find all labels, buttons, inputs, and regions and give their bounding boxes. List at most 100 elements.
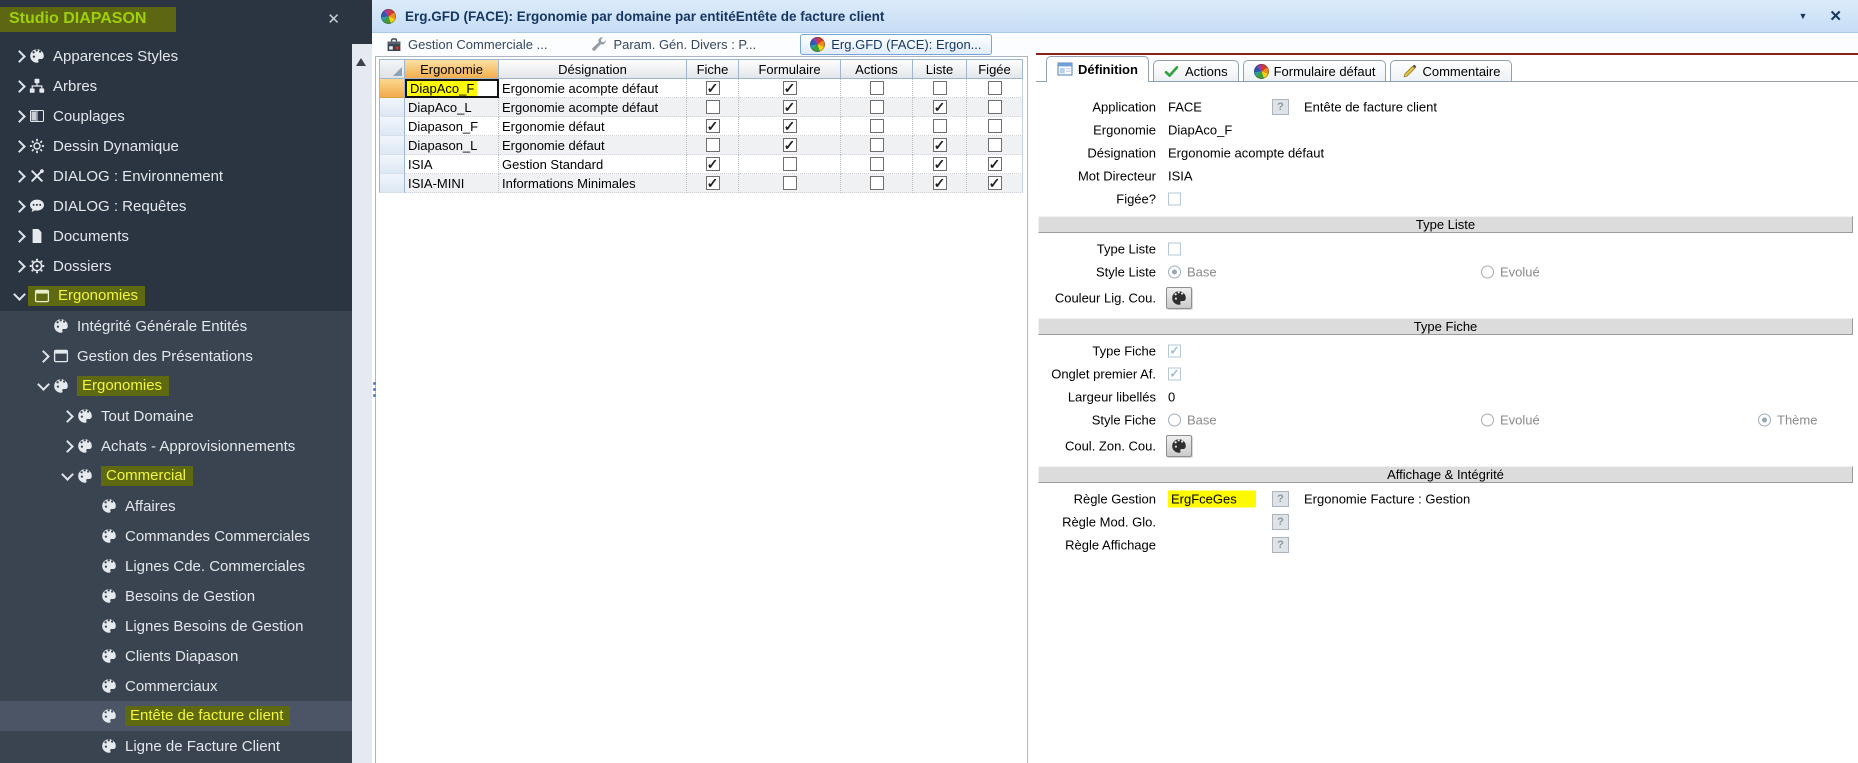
column-header-fiche[interactable]: Fiche bbox=[687, 59, 739, 79]
column-header-formulaire[interactable]: Formulaire bbox=[739, 59, 841, 79]
row-selector[interactable] bbox=[379, 98, 405, 117]
tree-item-documents[interactable]: Documents bbox=[0, 221, 352, 251]
actions-cell[interactable] bbox=[841, 136, 913, 155]
formulaire-checkbox[interactable]: ✓ bbox=[783, 138, 797, 152]
formulaire-cell[interactable]: ✓ bbox=[739, 79, 841, 98]
liste-checkbox[interactable] bbox=[933, 81, 947, 95]
fiche-cell[interactable]: ✓ bbox=[687, 117, 739, 136]
column-header-designation[interactable]: Désignation bbox=[499, 59, 687, 79]
chevron-right-icon[interactable] bbox=[10, 52, 28, 61]
formulaire-checkbox[interactable]: ✓ bbox=[783, 100, 797, 114]
row-selector[interactable] bbox=[379, 79, 405, 98]
color-palette-button[interactable] bbox=[1166, 287, 1192, 309]
liste-cell[interactable]: ✓ bbox=[913, 174, 967, 193]
chevron-right-icon[interactable] bbox=[34, 352, 52, 361]
row-selector[interactable] bbox=[379, 155, 405, 174]
panel-tab-formulaire-defaut[interactable]: Formulaire défaut bbox=[1243, 60, 1387, 81]
column-header-liste[interactable]: Liste bbox=[913, 59, 967, 79]
liste-checkbox[interactable] bbox=[933, 119, 947, 133]
figee-checkbox[interactable] bbox=[988, 100, 1002, 114]
help-button[interactable]: ? bbox=[1272, 514, 1289, 530]
row-selector[interactable] bbox=[379, 136, 405, 155]
radio-option-base[interactable]: Base bbox=[1168, 412, 1217, 427]
designation-cell[interactable]: Gestion Standard bbox=[499, 155, 687, 174]
actions-checkbox[interactable] bbox=[870, 81, 884, 95]
tree-item-dessin-dynamique[interactable]: Dessin Dynamique bbox=[0, 131, 352, 161]
actions-cell[interactable] bbox=[841, 174, 913, 193]
column-header-ergonomie[interactable]: Ergonomie bbox=[405, 59, 499, 79]
chevron-right-icon[interactable] bbox=[10, 142, 28, 151]
row-selector[interactable] bbox=[379, 117, 405, 136]
sidebar-close-icon[interactable]: ✕ bbox=[327, 12, 340, 27]
tree-item-arbres[interactable]: Arbres bbox=[0, 71, 352, 101]
actions-cell[interactable] bbox=[841, 117, 913, 136]
radio-option-evolue[interactable]: Evolué bbox=[1481, 412, 1540, 427]
ergonomie-cell[interactable]: Diapason_F bbox=[405, 117, 499, 136]
actions-cell[interactable] bbox=[841, 155, 913, 174]
chevron-right-icon[interactable] bbox=[58, 412, 76, 421]
radio-option-evolue[interactable]: Evolué bbox=[1481, 264, 1540, 279]
tree-item-achats-approvisionnements[interactable]: Achats - Approvisionnements bbox=[0, 431, 352, 461]
panel-tab-definition[interactable]: Définition bbox=[1046, 56, 1149, 81]
fiche-cell[interactable]: ✓ bbox=[687, 155, 739, 174]
actions-checkbox[interactable] bbox=[870, 138, 884, 152]
liste-checkbox[interactable]: ✓ bbox=[933, 176, 947, 190]
field-value[interactable]: Ergonomie acompte défaut bbox=[1168, 145, 1324, 160]
ergonomie-cell-selected[interactable]: DiapAco_F bbox=[405, 79, 499, 98]
field-checkbox[interactable] bbox=[1168, 242, 1181, 255]
field-value[interactable]: ErgFceGes bbox=[1168, 490, 1256, 507]
ergonomie-cell[interactable]: ISIA bbox=[405, 155, 499, 174]
help-button[interactable]: ? bbox=[1272, 99, 1289, 115]
figee-checkbox[interactable] bbox=[988, 119, 1002, 133]
figee-cell[interactable]: ✓ bbox=[967, 174, 1023, 193]
radio-option-base[interactable]: Base bbox=[1168, 264, 1217, 279]
chevron-right-icon[interactable] bbox=[10, 232, 28, 241]
liste-cell[interactable] bbox=[913, 117, 967, 136]
formulaire-checkbox[interactable] bbox=[783, 157, 797, 171]
formulaire-cell[interactable] bbox=[739, 155, 841, 174]
help-button[interactable]: ? bbox=[1272, 491, 1289, 507]
tree-item-integrite-generale-entites[interactable]: Intégrité Générale Entités bbox=[0, 311, 352, 341]
designation-cell[interactable]: Ergonomie défaut bbox=[499, 136, 687, 155]
formulaire-checkbox[interactable] bbox=[783, 176, 797, 190]
splitter-handle-icon[interactable] bbox=[373, 382, 376, 397]
actions-cell[interactable] bbox=[841, 79, 913, 98]
tree-item-entete-de-facture-client[interactable]: Entête de facture client bbox=[0, 701, 352, 731]
figee-checkbox[interactable] bbox=[988, 81, 1002, 95]
fiche-cell[interactable]: ✓ bbox=[687, 174, 739, 193]
tree-item-couplages[interactable]: Couplages bbox=[0, 101, 352, 131]
actions-checkbox[interactable] bbox=[870, 176, 884, 190]
field-value[interactable]: 0 bbox=[1168, 389, 1175, 404]
doc-tab-gestion-commerciale[interactable]: Gestion Commerciale ... bbox=[386, 37, 547, 53]
chevron-down-icon[interactable] bbox=[34, 383, 52, 389]
fiche-checkbox[interactable]: ✓ bbox=[706, 119, 720, 133]
fiche-checkbox[interactable]: ✓ bbox=[706, 81, 720, 95]
tree-item-commercial[interactable]: Commercial bbox=[0, 461, 352, 491]
fiche-checkbox[interactable] bbox=[706, 138, 720, 152]
fiche-cell[interactable]: ✓ bbox=[687, 79, 739, 98]
tree-item-clients-diapason[interactable]: Clients Diapason bbox=[0, 641, 352, 671]
figee-cell[interactable] bbox=[967, 117, 1023, 136]
figee-cell[interactable]: ✓ bbox=[967, 155, 1023, 174]
tree-item-apparences-styles[interactable]: Apparences Styles bbox=[0, 41, 352, 71]
fiche-cell[interactable] bbox=[687, 98, 739, 117]
designation-cell[interactable]: Informations Minimales bbox=[499, 174, 687, 193]
fiche-checkbox[interactable]: ✓ bbox=[706, 176, 720, 190]
ergonomie-cell[interactable]: DiapAco_L bbox=[405, 98, 499, 117]
liste-cell[interactable] bbox=[913, 79, 967, 98]
actions-cell[interactable] bbox=[841, 98, 913, 117]
fiche-checkbox[interactable] bbox=[706, 100, 720, 114]
tree-item-dialog-environnement[interactable]: DIALOG : Environnement bbox=[0, 161, 352, 191]
figee-cell[interactable] bbox=[967, 79, 1023, 98]
figee-checkbox[interactable]: ✓ bbox=[988, 176, 1002, 190]
column-header-actions[interactable]: Actions bbox=[841, 59, 913, 79]
tree-scrollbar[interactable] bbox=[352, 0, 372, 763]
chevron-right-icon[interactable] bbox=[10, 112, 28, 121]
designation-cell[interactable]: Ergonomie acompte défaut bbox=[499, 79, 687, 98]
figee-cell[interactable] bbox=[967, 136, 1023, 155]
chevron-right-icon[interactable] bbox=[58, 442, 76, 451]
tree-item-gestion-des-presentations[interactable]: Gestion des Présentations bbox=[0, 341, 352, 371]
chevron-right-icon[interactable] bbox=[10, 82, 28, 91]
formulaire-cell[interactable]: ✓ bbox=[739, 117, 841, 136]
close-icon[interactable]: ✕ bbox=[1829, 9, 1842, 24]
